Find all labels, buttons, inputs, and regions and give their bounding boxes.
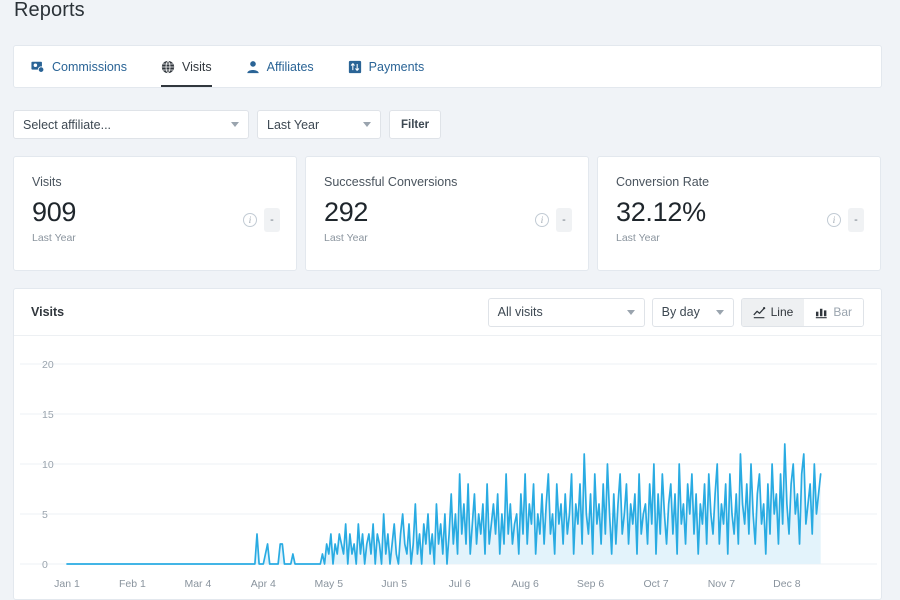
- svg-text:Mar 4: Mar 4: [184, 578, 211, 590]
- chevron-down-icon: [626, 309, 635, 315]
- status-badge: -: [264, 208, 280, 232]
- status-badge: -: [556, 208, 572, 232]
- stat-label: Successful Conversions: [324, 175, 458, 189]
- affiliate-select[interactable]: Select affiliate...: [13, 110, 249, 139]
- stat-sublabel: Last Year: [616, 232, 660, 245]
- info-icon[interactable]: i: [827, 213, 841, 227]
- svg-text:Jun 5: Jun 5: [381, 578, 407, 590]
- bar-chart-icon: [815, 306, 828, 319]
- svg-text:Apr 4: Apr 4: [251, 578, 276, 590]
- person-icon: [246, 60, 260, 74]
- report-tabs-bar: Commissions Visits Affiliates Payments: [13, 45, 882, 88]
- tab-commissions-label: Commissions: [52, 59, 128, 74]
- info-icon[interactable]: i: [243, 213, 257, 227]
- svg-text:Nov 7: Nov 7: [708, 578, 736, 590]
- chart-type-toggle: Line Bar: [740, 297, 864, 327]
- chart-header: Visits All visits By day Line Bar: [14, 289, 881, 336]
- svg-text:Aug 6: Aug 6: [511, 578, 539, 590]
- tab-visits-label: Visits: [182, 59, 212, 74]
- visits-filter-value: All visits: [497, 305, 543, 319]
- visits-chart-card: Visits All visits By day Line Bar 0 5 10…: [13, 288, 882, 600]
- bar-chart-label: Bar: [833, 305, 852, 319]
- bar-chart-button[interactable]: Bar: [804, 298, 863, 326]
- stat-label: Conversion Rate: [616, 175, 710, 189]
- reports-page: Reports Commissions Visits Affiliates Pa…: [0, 0, 900, 600]
- filter-toolbar: Select affiliate... Last Year Filter: [13, 110, 442, 139]
- line-chart-label: Line: [770, 305, 794, 319]
- svg-text:Oct 7: Oct 7: [643, 578, 668, 590]
- svg-text:5: 5: [42, 509, 48, 521]
- svg-text:May 5: May 5: [314, 578, 343, 590]
- line-chart-button[interactable]: Line: [741, 298, 805, 326]
- visits-plot: 0 5 10 15 20 Jan 1 Feb 1 Mar 4 Apr 4 May 5 Jun 5 Ju…: [14, 336, 881, 599]
- affiliate-select-value: Select affiliate...: [23, 117, 112, 132]
- filter-button[interactable]: Filter: [389, 110, 442, 139]
- svg-text:Sep 6: Sep 6: [577, 578, 605, 590]
- stat-label: Visits: [32, 175, 62, 189]
- stat-card-conversion-rate: Conversion Rate 32.12% Last Year i -: [597, 156, 881, 271]
- commissions-icon: [31, 60, 45, 74]
- interval-select[interactable]: By day: [651, 297, 734, 327]
- period-select-value: Last Year: [267, 117, 320, 132]
- stat-sublabel: Last Year: [32, 232, 76, 245]
- stat-sublabel: Last Year: [324, 232, 368, 245]
- page-title: Reports: [14, 0, 85, 21]
- payments-icon: [348, 60, 362, 74]
- stat-meta: i -: [827, 208, 864, 232]
- tab-affiliates[interactable]: Affiliates: [246, 46, 327, 87]
- tab-commissions[interactable]: Commissions: [31, 46, 140, 87]
- stat-card-successful-conversions: Successful Conversions 292 Last Year i -: [305, 156, 589, 271]
- period-select[interactable]: Last Year: [257, 110, 381, 139]
- tab-visits[interactable]: Visits: [161, 46, 225, 87]
- chart-controls: All visits By day Line Bar: [487, 297, 864, 327]
- svg-text:Jan 1: Jan 1: [54, 578, 80, 590]
- line-chart-icon: [752, 306, 766, 319]
- globe-icon: [161, 60, 175, 74]
- svg-text:Jul 6: Jul 6: [449, 578, 471, 590]
- svg-text:20: 20: [42, 359, 54, 371]
- chart-title: Visits: [31, 305, 65, 319]
- interval-value: By day: [661, 305, 700, 319]
- stat-card-visits: Visits 909 Last Year i -: [13, 156, 297, 271]
- svg-text:0: 0: [42, 559, 48, 571]
- chevron-down-icon: [231, 122, 239, 127]
- tab-payments-label: Payments: [368, 59, 425, 74]
- visits-filter-select[interactable]: All visits: [487, 297, 645, 327]
- tab-payments[interactable]: Payments: [348, 46, 438, 87]
- stat-cards: Visits 909 Last Year i - Successful Conv…: [13, 156, 881, 271]
- svg-text:Feb 1: Feb 1: [119, 578, 146, 590]
- chevron-down-icon: [715, 309, 724, 315]
- svg-text:15: 15: [42, 409, 54, 421]
- visits-line-chart: 0 5 10 15 20 Jan 1 Feb 1 Mar 4 Apr 4 May 5 Jun 5 Ju…: [20, 359, 877, 590]
- svg-text:10: 10: [42, 459, 54, 471]
- stat-meta: i -: [243, 208, 280, 232]
- svg-text:Dec 8: Dec 8: [773, 578, 801, 590]
- stat-meta: i -: [535, 208, 572, 232]
- status-badge: -: [848, 208, 864, 232]
- tab-affiliates-label: Affiliates: [266, 59, 314, 74]
- info-icon[interactable]: i: [535, 213, 549, 227]
- chevron-down-icon: [363, 122, 371, 127]
